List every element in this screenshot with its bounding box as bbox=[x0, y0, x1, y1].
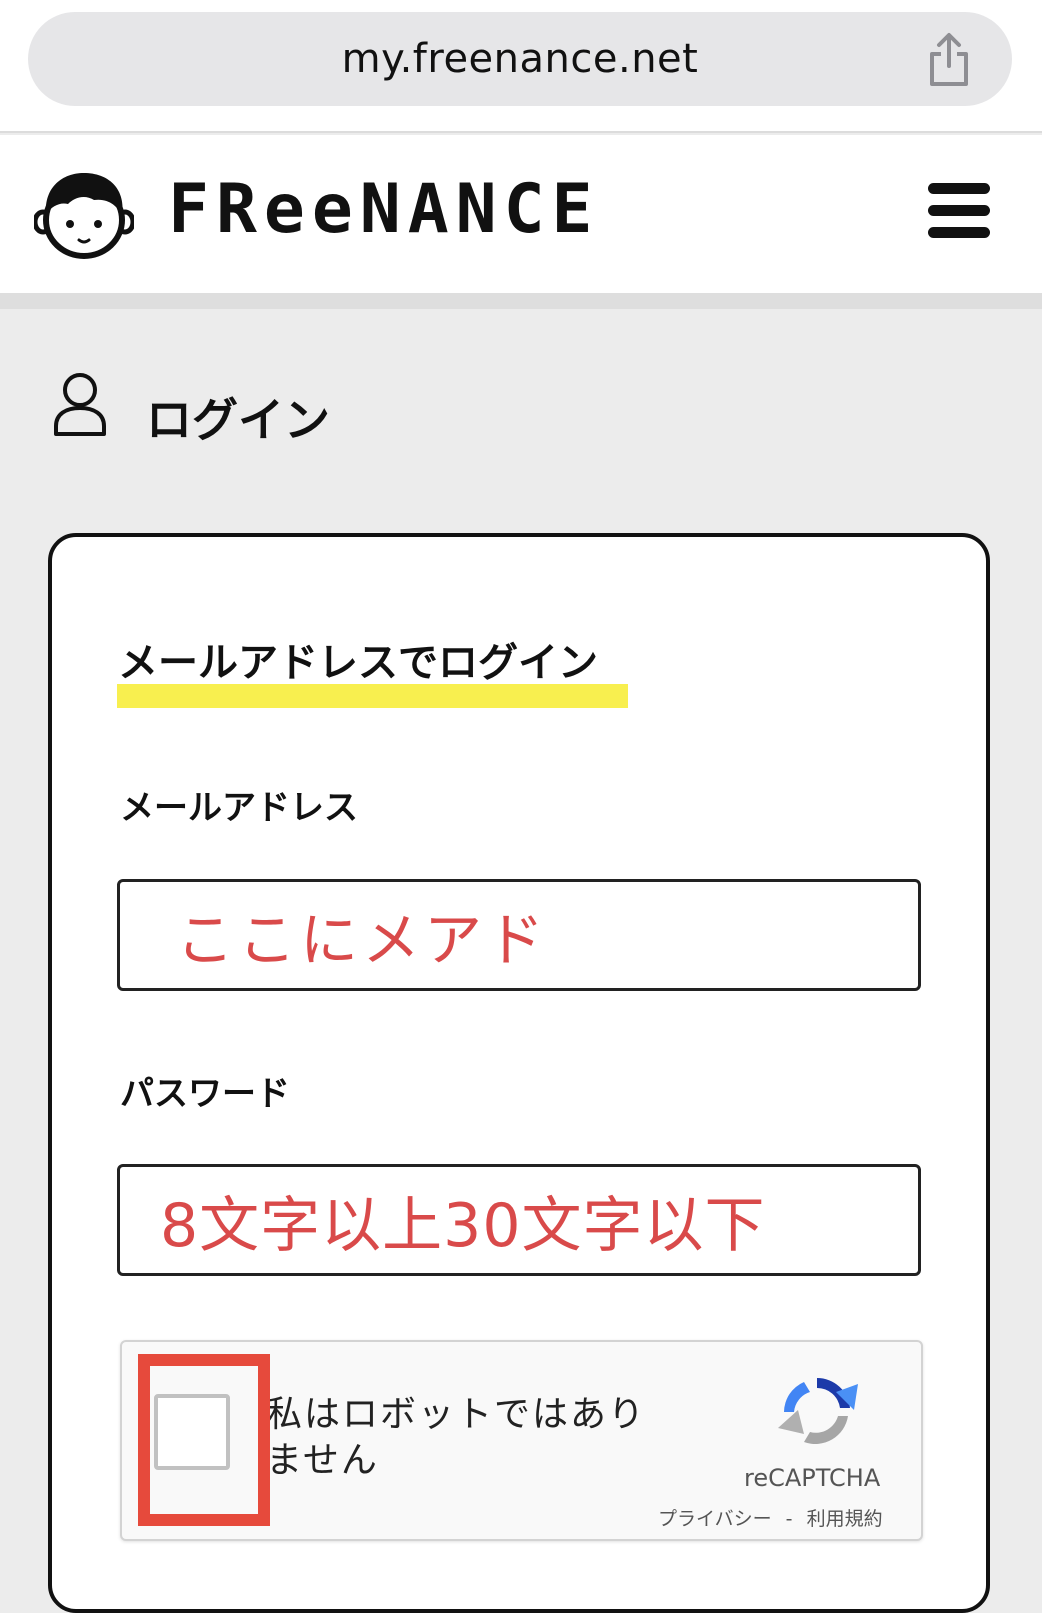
highlight-annotation-box bbox=[138, 1354, 270, 1526]
email-field[interactable] bbox=[117, 879, 921, 991]
privacy-link[interactable]: プライバシー bbox=[658, 1508, 772, 1530]
page-title: ログイン bbox=[146, 393, 330, 447]
share-icon[interactable] bbox=[924, 32, 974, 88]
password-field[interactable] bbox=[117, 1164, 921, 1276]
header-divider bbox=[0, 293, 1042, 309]
section-heading: メールアドレスでログイン bbox=[118, 640, 598, 686]
password-label: パスワード bbox=[120, 1074, 290, 1114]
recaptcha-brand: reCAPTCHA bbox=[744, 1464, 881, 1492]
recaptcha-logo-icon bbox=[778, 1377, 858, 1445]
recaptcha-links: プライバシー - 利用規約 bbox=[658, 1504, 883, 1531]
recaptcha-label: 私はロボットではありません bbox=[266, 1394, 647, 1481]
email-label: メールアドレス bbox=[120, 788, 358, 828]
user-icon bbox=[54, 373, 106, 436]
link-separator: - bbox=[785, 1508, 793, 1530]
url-text: my.freenance.net bbox=[341, 36, 699, 82]
brand-logo[interactable]: FReeNANCE bbox=[168, 170, 599, 249]
url-field[interactable]: my.freenance.net bbox=[28, 12, 1012, 106]
hamburger-menu-icon[interactable] bbox=[928, 183, 990, 241]
browser-address-bar: my.freenance.net bbox=[0, 0, 1042, 133]
mascot-logo-icon[interactable] bbox=[34, 168, 134, 260]
terms-link[interactable]: 利用規約 bbox=[807, 1508, 883, 1530]
